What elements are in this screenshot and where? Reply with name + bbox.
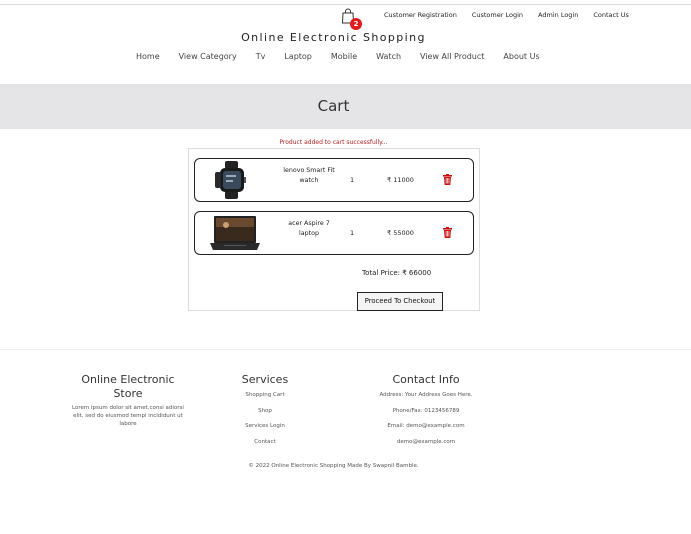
nav-laptop[interactable]: Laptop: [284, 52, 312, 61]
footer-store: Online Electronic Store Lorem ipsum dolo…: [68, 373, 188, 428]
admin-login-link[interactable]: Admin Login: [538, 11, 578, 19]
footer-email[interactable]: Email: demo@example.com: [366, 422, 486, 438]
footer-divider: [0, 349, 691, 350]
top-divider: [0, 4, 691, 5]
top-links: Customer Registration Customer Login Adm…: [384, 11, 629, 19]
footer-link-contact[interactable]: Contact: [225, 438, 305, 454]
footer-services-title: Services: [241, 373, 289, 386]
nav-home[interactable]: Home: [136, 52, 160, 61]
nav-mobile[interactable]: Mobile: [331, 52, 357, 61]
page-title: Cart: [317, 97, 350, 115]
product-image-laptop: [204, 213, 264, 253]
cart-count-badge: 2: [350, 18, 362, 30]
footer-store-title: Online Electronic Store: [81, 373, 175, 400]
product-quantity: 1: [350, 176, 355, 184]
cart-button[interactable]: 2: [341, 8, 362, 30]
footer-contact: Contact Info Address: Your Address Goes …: [366, 373, 486, 453]
footer-services: Services Shopping Cart Shop Services Log…: [225, 373, 305, 453]
footer-contact-title: Contact Info: [392, 373, 460, 386]
product-image-watch: [204, 160, 264, 200]
nav-watch[interactable]: Watch: [376, 52, 401, 61]
footer-link-shopping-cart[interactable]: Shopping Cart: [225, 391, 305, 407]
nav-view-category[interactable]: View Category: [179, 52, 237, 61]
main-nav: Home View Category Tv Laptop Mobile Watc…: [136, 52, 559, 61]
site-brand[interactable]: Online Electronic Shopping: [0, 31, 667, 44]
cart-status-message: Product added to cart successfully...: [279, 139, 388, 146]
footer-email-secondary[interactable]: demo@example.com: [366, 438, 486, 454]
footer-store-text: Lorem ipsum dolor sit amet,consi adiorsi…: [72, 405, 184, 427]
nav-tv[interactable]: Tv: [256, 52, 266, 61]
cart-total: Total Price: ₹ 66000: [362, 269, 432, 277]
product-quantity: 1: [350, 229, 355, 237]
cart-item: lenovo Smart Fit watch 1 ₹ 11000: [194, 158, 474, 202]
footer-link-shop[interactable]: Shop: [225, 407, 305, 423]
copyright-text: © 2022 Online Electronic Shopping Made B…: [248, 463, 419, 469]
proceed-to-checkout-button[interactable]: Proceed To Checkout: [357, 292, 443, 311]
product-price: ₹ 11000: [387, 176, 414, 184]
customer-registration-link[interactable]: Customer Registration: [384, 11, 457, 19]
product-name: acer Aspire 7 laptop: [288, 220, 330, 237]
footer-link-services-login[interactable]: Services Login: [225, 422, 305, 438]
contact-us-link[interactable]: Contact Us: [593, 11, 629, 19]
nav-about-us[interactable]: About Us: [503, 52, 539, 61]
delete-icon[interactable]: [443, 227, 452, 238]
cart-item: acer Aspire 7 laptop 1 ₹ 55000: [194, 211, 474, 255]
cart-panel: lenovo Smart Fit watch 1 ₹ 11000 acer As…: [188, 148, 480, 311]
product-price: ₹ 55000: [387, 229, 414, 237]
product-name: lenovo Smart Fit watch: [283, 167, 335, 184]
footer-phone: Phone/Fax: 0123456789: [392, 407, 460, 414]
delete-icon[interactable]: [443, 174, 452, 185]
customer-login-link[interactable]: Customer Login: [472, 11, 523, 19]
footer-address: Address: Your Address Goes Here.: [379, 392, 473, 398]
nav-view-all-product[interactable]: View All Product: [420, 52, 484, 61]
